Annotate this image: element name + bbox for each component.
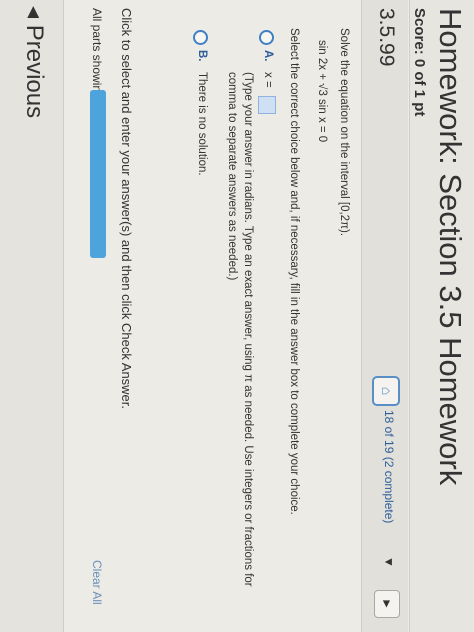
check-answer-instruction: Click to select and enter your answer(s)… <box>119 8 134 410</box>
question-instruction: Select the correct choice below and, if … <box>288 28 300 515</box>
choice-b-radio[interactable] <box>193 30 208 45</box>
bottom-bar: ◂ Previous <box>0 0 64 632</box>
question-equation: sin 2x + √3 sin x = 0 <box>316 40 328 143</box>
answer-input[interactable] <box>258 96 276 114</box>
choice-a-note-line2: comma to separate answers as needed.) <box>226 72 238 281</box>
homework-page: Homework: Section 3.5 Homework Score: 0 … <box>0 0 474 632</box>
problem-bar: 3.5.99 ⌂ 18 of 19 (2 complete) ▼ ► <box>361 0 408 632</box>
header: Homework: Section 3.5 Homework Score: 0 … <box>409 0 474 632</box>
all-parts-label: All parts showing <box>90 8 104 99</box>
question-home-icon[interactable]: ⌂ <box>372 376 400 406</box>
parts-progress-bar <box>90 90 106 258</box>
chevron-down-icon[interactable]: ▼ <box>382 556 396 568</box>
question-prompt: Solve the equation on the interval [0,2π… <box>338 28 350 237</box>
choice-a-radio[interactable] <box>259 30 274 45</box>
previous-button[interactable]: ◂ Previous <box>20 6 49 118</box>
choice-b-text: There is no solution. <box>196 72 208 176</box>
next-question-button[interactable]: ► <box>374 590 400 618</box>
choice-b-label[interactable]: B. <box>196 50 208 62</box>
choice-a-prefix: x = <box>262 72 274 88</box>
problem-number: 3.5.99 <box>375 8 398 67</box>
clear-all-button[interactable]: Clear All <box>90 560 104 605</box>
page-title: Homework: Section 3.5 Homework <box>433 8 468 486</box>
question-status-dropdown[interactable]: 18 of 19 (2 complete) <box>382 410 396 523</box>
score-text: Score: 0 of 1 pt <box>411 8 428 117</box>
choice-a-note-line1: (Type your answer in radians. Type an ex… <box>242 72 254 587</box>
choice-a-label[interactable]: A. <box>262 50 274 62</box>
